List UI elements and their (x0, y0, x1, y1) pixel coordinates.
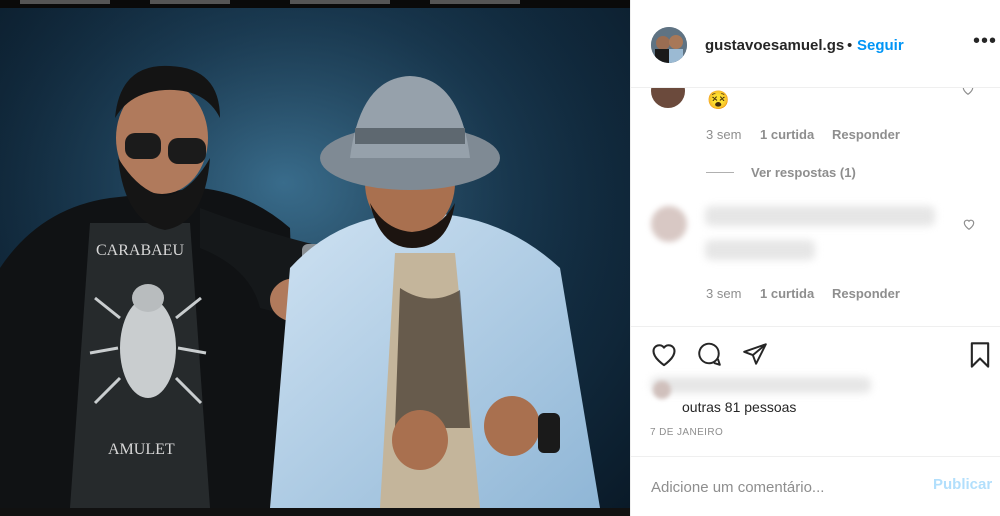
replies-divider (706, 172, 734, 173)
publish-button[interactable]: Publicar (933, 476, 992, 493)
comment-avatar[interactable] (651, 206, 687, 242)
comment-avatar[interactable] (651, 88, 685, 108)
liker-avatar (653, 381, 671, 399)
add-comment-bar: Publicar (631, 456, 1000, 516)
shirt-text-top: CARABAEU (96, 242, 184, 259)
thumbnail (150, 0, 230, 4)
view-replies-button[interactable]: Ver respostas (1) (751, 165, 856, 180)
avatar[interactable] (651, 27, 687, 63)
comment-text-blurred (705, 206, 935, 226)
shirt-text-bottom: AMULET (108, 441, 175, 458)
comment-likes-link[interactable]: 1 curtida (760, 286, 814, 301)
thumbnail (290, 0, 390, 4)
share-icon[interactable] (741, 341, 769, 367)
comments-list: 😵 3 sem 1 curtida Responder Ver resposta… (631, 88, 1000, 326)
bookmark-icon[interactable] (967, 341, 993, 369)
separator-dot: • (847, 37, 853, 54)
comment-age: 3 sem (706, 127, 742, 142)
comment-like-heart-icon[interactable] (962, 217, 976, 231)
comment-icon[interactable] (695, 341, 723, 367)
reply-button[interactable]: Responder (832, 127, 900, 142)
thumbnail (430, 0, 520, 4)
comment-like-heart-icon[interactable] (961, 88, 975, 96)
reply-button[interactable]: Responder (832, 286, 900, 301)
thumbnail (20, 0, 110, 4)
post-side-panel: gustavoesamuel.gs • Seguir ••• 😵 3 sem 1… (630, 0, 1000, 516)
heart-icon[interactable] (650, 341, 678, 367)
add-comment-input[interactable] (649, 473, 913, 501)
liked-by-names-blurred (651, 377, 871, 393)
follow-button[interactable]: Seguir (857, 37, 904, 54)
thumbnail-strip-bottom (0, 508, 630, 516)
comment-likes-link[interactable]: 1 curtida (760, 127, 814, 142)
thumbnail-strip (0, 0, 630, 8)
post-header: gustavoesamuel.gs • Seguir ••• (631, 0, 1000, 88)
post-actions: outras 81 pessoas 7 DE JANEIRO (631, 326, 1000, 476)
comment-emoji: 😵 (707, 90, 730, 110)
post-date[interactable]: 7 DE JANEIRO (650, 427, 723, 438)
photo-illustration: CARABAEU AMULET (0, 8, 630, 508)
post-photo: CARABAEU AMULET (0, 8, 630, 508)
username-link[interactable]: gustavoesamuel.gs (705, 37, 844, 54)
more-options-icon[interactable]: ••• (973, 30, 997, 53)
avatar-image (651, 27, 687, 63)
likes-count-link[interactable]: outras 81 pessoas (682, 399, 796, 415)
comment-text-blurred (705, 240, 815, 260)
comment-age: 3 sem (706, 286, 742, 301)
